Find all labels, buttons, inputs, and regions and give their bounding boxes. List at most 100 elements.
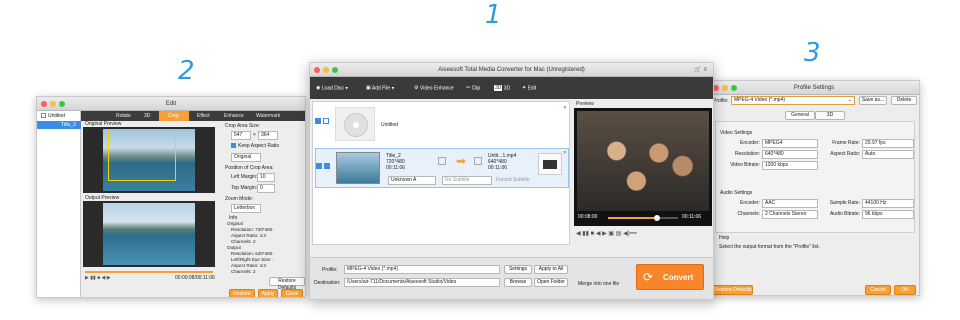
resolution-label: Resolution: — [734, 151, 760, 157]
edit-time: 00:00:08/00:11:06 — [175, 275, 215, 281]
times-sign: × — [253, 132, 256, 138]
destination-input[interactable]: /Users/air-711/Documents/Aiseesoft Studi… — [344, 278, 500, 287]
format-icon[interactable] — [538, 153, 562, 175]
seek-bar[interactable] — [608, 215, 678, 221]
forced-subtitle-checkbox[interactable]: Forced Subtitle — [496, 177, 530, 183]
disc-title: Untitled — [381, 122, 398, 128]
clip-button[interactable]: ✂ Clip — [466, 85, 480, 91]
delete-button[interactable]: Delete — [891, 96, 917, 105]
checkbox[interactable] — [316, 163, 322, 169]
close-icon[interactable]: ✕ — [563, 105, 567, 111]
apply-button[interactable]: Apply — [258, 289, 278, 297]
crop-area-size-label: Crop Area Size: — [225, 123, 261, 129]
tab-general[interactable]: General — [785, 111, 815, 120]
close-icon[interactable]: ✕ — [563, 150, 567, 156]
zoom-light[interactable] — [59, 101, 65, 107]
edit-tabs: Rotate 3D Crop Effect Enhance Watermark — [81, 111, 305, 121]
video-enhance-button[interactable]: ⚙ Video Enhance — [414, 85, 454, 91]
audio-encoder-label: Encoder: — [739, 200, 760, 206]
edit-button[interactable]: ✦ Edit — [522, 85, 536, 91]
close-button[interactable]: Close — [281, 289, 303, 297]
list-item-file[interactable]: Title_2 720*480 00:11:06 ➡ Untit...1.mp4… — [315, 148, 569, 188]
convert-button[interactable]: ⟳ Convert — [636, 264, 704, 290]
aspect-select[interactable]: Original — [231, 153, 261, 162]
open-folder-button[interactable]: Open Folder — [534, 278, 568, 287]
top-margin-input[interactable]: 0 — [257, 184, 275, 193]
minimize-light[interactable] — [722, 85, 728, 91]
position-label: Position of Crop Area: — [225, 165, 274, 171]
tab-enhance[interactable]: Enhance — [224, 113, 244, 119]
destination-label: Destination: — [314, 280, 341, 286]
encoder-select[interactable]: MPEG4 — [762, 139, 818, 148]
save-as-button[interactable]: Save as... — [859, 96, 887, 105]
profile-select[interactable]: MPEG-4 Video (*.mp4) ⌄ — [731, 96, 855, 105]
left-margin-input[interactable]: 10 — [257, 173, 275, 182]
audio-bitrate-label: Audio Bitrate: — [829, 211, 860, 217]
checkbox[interactable] — [315, 118, 321, 124]
main-title-bar: Aiseesoft Total Media Converter for Mac … — [310, 63, 713, 77]
restore-all-button[interactable]: Restore All — [229, 289, 255, 297]
crop-width-input[interactable]: 547 — [231, 131, 251, 140]
list-item-disc[interactable]: Untitled ✕ — [313, 104, 569, 144]
tab-crop[interactable]: Crop — [159, 111, 189, 121]
close-light[interactable] — [41, 101, 47, 107]
resolution-select[interactable]: 640*480 — [762, 150, 818, 159]
checkbox[interactable] — [323, 118, 329, 124]
audio-track-select[interactable]: Unknown A — [388, 176, 436, 185]
zoom-light[interactable] — [731, 85, 737, 91]
3d-button[interactable]: 3D 3D — [494, 85, 510, 91]
step-number-1: 1 — [485, 0, 502, 30]
restore-defaults-button[interactable]: Restore Defaults — [713, 285, 753, 295]
minimize-light[interactable] — [50, 101, 56, 107]
close-light[interactable] — [314, 67, 320, 73]
cart-icon[interactable]: 🛒 ≡ — [694, 63, 707, 77]
restore-defaults-button[interactable]: Restore Defaults — [269, 277, 305, 291]
convert-label: Convert — [663, 273, 694, 282]
zoom-mode-select[interactable]: Letterbox — [231, 204, 261, 213]
load-disc-button[interactable]: ◉ Load Disc ▾ — [316, 85, 348, 91]
aspect-ratio-select[interactable]: Auto — [862, 150, 914, 159]
playback-controls[interactable]: ◀ ▮▮ ■ ◀ ▶ ▣ ▤ ◀)━━ — [576, 230, 637, 237]
preview-column: Original Preview Output Preview ▶ ▮▮ ■ ◀… — [83, 121, 221, 291]
zoom-light[interactable] — [332, 67, 338, 73]
play-icon[interactable]: ▶ ▮▮ ■ ◀ ▶ — [85, 275, 111, 281]
edit-progress[interactable] — [85, 271, 213, 273]
cancel-button[interactable]: Cancel — [865, 285, 891, 295]
edit-star-icon: ✦ — [522, 85, 527, 91]
frame-rate-select[interactable]: 29.97 fps — [862, 139, 914, 148]
output-info-icon[interactable] — [474, 157, 482, 165]
tab-effect[interactable]: Effect — [197, 113, 210, 119]
sample-rate-select[interactable]: 44100 Hz — [862, 199, 914, 208]
subtitle-select[interactable]: No Subtitle — [442, 176, 492, 185]
tree-item-selected[interactable]: Title_3 — [37, 121, 81, 129]
profile-label: Profile: — [322, 267, 338, 273]
arrow-right-icon: ➡ — [456, 154, 467, 168]
merge-checkbox[interactable]: Merge into one file — [578, 281, 619, 287]
keep-aspect-checkbox[interactable]: Keep Aspect Ratio — [231, 143, 279, 149]
add-file-button[interactable]: ▣ Add File ▾ — [366, 85, 394, 91]
tab-watermark[interactable]: Watermark — [256, 113, 280, 119]
convert-icon: ⟳ — [643, 270, 654, 284]
video-bitrate-select[interactable]: 1200 kbps — [762, 161, 818, 170]
crop-box[interactable] — [108, 131, 176, 181]
tab-3d[interactable]: 3D — [815, 111, 845, 120]
frame-rate-label: Frame Rate: — [832, 140, 860, 146]
checkbox[interactable] — [324, 163, 330, 169]
info-icon[interactable] — [438, 157, 446, 165]
settings-button[interactable]: Settings — [504, 265, 532, 274]
audio-bitrate-select[interactable]: 96 kbps — [862, 210, 914, 219]
top-margin-label: Top Margin: — [231, 185, 258, 191]
channels-select[interactable]: 2 Channels Stereo — [762, 210, 818, 219]
tree-root[interactable]: Untitled — [41, 113, 65, 119]
main-title: Aiseesoft Total Media Converter for Mac … — [438, 67, 585, 73]
edit-title: Edit — [165, 101, 177, 107]
minimize-light[interactable] — [323, 67, 329, 73]
tab-3d[interactable]: 3D — [144, 113, 150, 119]
profile-select[interactable]: MPEG-4 Video (*.mp4) — [344, 265, 500, 274]
tab-rotate[interactable]: Rotate — [116, 113, 131, 119]
apply-to-all-button[interactable]: Apply to All — [534, 265, 568, 274]
crop-height-input[interactable]: 364 — [258, 131, 278, 140]
audio-encoder-select[interactable]: AAC — [762, 199, 818, 208]
ok-button[interactable]: OK — [894, 285, 916, 295]
browse-button[interactable]: Browse — [504, 278, 532, 287]
